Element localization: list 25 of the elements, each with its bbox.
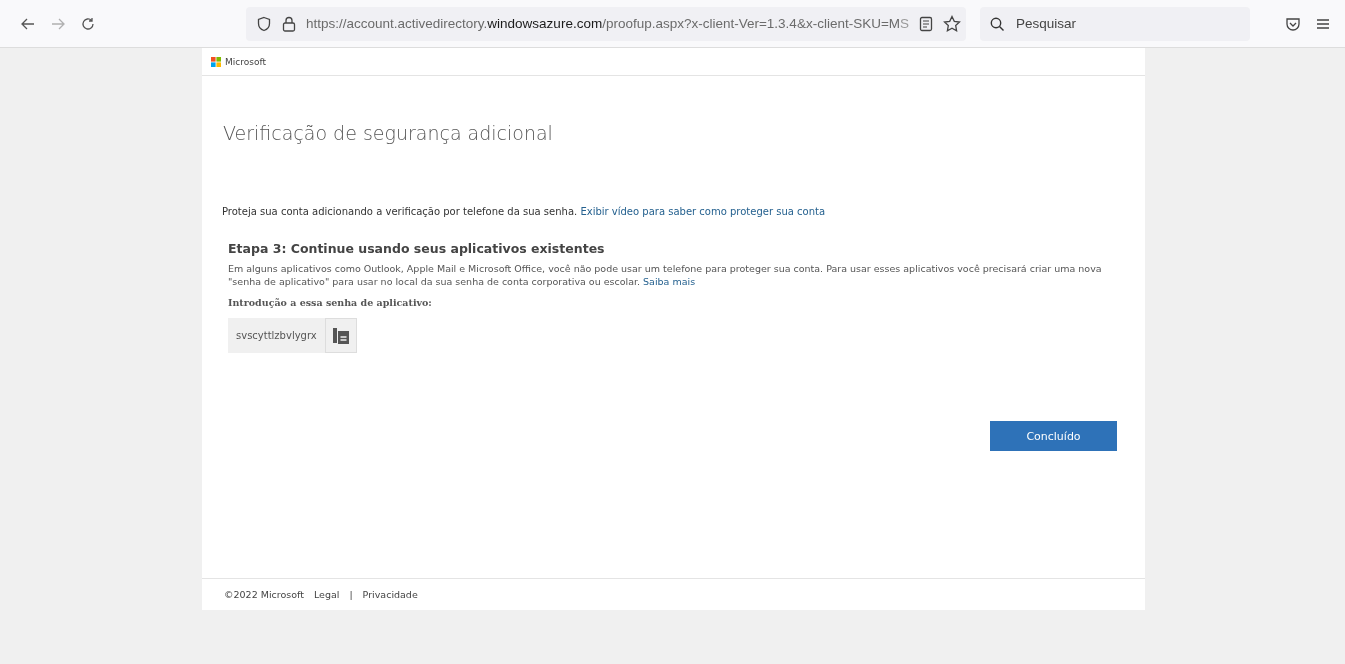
video-link[interactable]: Exibir vídeo para saber como proteger sua conta	[580, 206, 826, 217]
page-title: Verificação de segurança adicional	[223, 122, 554, 144]
step-heading: Etapa 3: Continue usando seus aplicativos existentes	[228, 241, 606, 256]
password-label: Introdução a essa senha de aplicativo:	[228, 297, 433, 308]
search-field[interactable]: Pesquisar	[980, 6, 1250, 41]
footer-link[interactable]: Legal	[313, 589, 340, 600]
logo-icon	[211, 56, 221, 67]
star-icon[interactable]	[943, 14, 962, 33]
shield-icon[interactable]	[256, 15, 272, 32]
step-description: Em alguns aplicativos como Outlook, Apple Mail e Microsoft Office, você não pode usar um telefone para proteger sua conta. Para usar esses aplicativos você precisará criar uma nova "senha de aplicativo" para usar no local da sua senha de conta corporativa ou escolar. Saiba mais	[228, 262, 1103, 288]
reader-view-icon[interactable]	[919, 15, 934, 32]
copy-button[interactable]	[324, 318, 357, 353]
learn-more-link[interactable]: Saiba mais	[643, 276, 696, 287]
brand-name: Microsoft	[225, 56, 266, 67]
lock-icon[interactable]	[282, 15, 296, 32]
search-icon	[990, 16, 1005, 32]
done-button[interactable]: Concluído	[990, 421, 1117, 451]
separator: |	[349, 589, 353, 600]
copy-icon	[331, 326, 350, 345]
pocket-icon[interactable]	[1285, 15, 1301, 32]
intro-text: Proteja sua conta adicionando a verificação por telefone da sua senha. Exibir vídeo para saber como proteger sua conta	[222, 206, 827, 217]
app-password: svscyttlzbvlygrx	[228, 318, 325, 353]
copyright-text: ©2022 Microsoft	[224, 589, 304, 600]
footer-link[interactable]: Privacidade	[362, 589, 418, 600]
reload-icon[interactable]	[80, 15, 96, 32]
